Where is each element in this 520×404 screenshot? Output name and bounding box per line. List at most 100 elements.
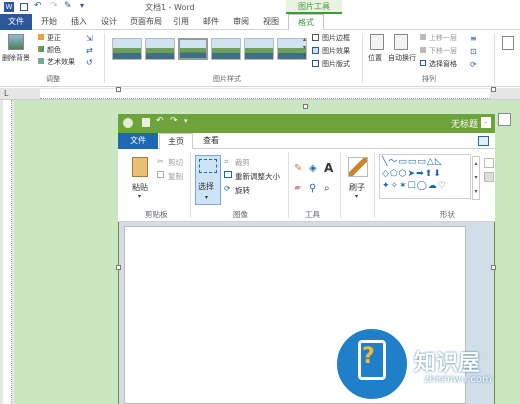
tab-mailings[interactable]: 邮件	[202, 14, 220, 30]
paint-tab-file[interactable]: 文件	[118, 133, 158, 149]
tab-review[interactable]: 审阅	[232, 14, 250, 30]
tab-view[interactable]: 视图	[262, 14, 280, 30]
styles-scroll-icon[interactable]: ▴ ▾ ▾	[303, 36, 306, 60]
color-picker-icon[interactable]: ⚲	[309, 183, 316, 194]
crop-icon[interactable]	[502, 36, 514, 50]
picture-border-button[interactable]: 图片边框	[322, 33, 350, 43]
shapes-scroll-icon[interactable]: ▴ ▾ ▾	[472, 156, 480, 200]
watermark-name: 知识屋	[414, 351, 481, 376]
corrections-button[interactable]: 更正	[47, 33, 61, 43]
paint-customize-icon[interactable]: ▾	[184, 117, 188, 125]
tab-insert[interactable]: 插入	[70, 14, 88, 30]
crop-button[interactable]: 裁剪	[235, 157, 250, 168]
send-backward-button[interactable]: 下移一层	[429, 46, 457, 56]
rotate-button[interactable]: 旋转	[235, 185, 250, 196]
cut-button[interactable]: 剪切	[168, 157, 183, 168]
undo-icon[interactable]: ↶	[34, 1, 42, 11]
picture-tools-label: 图片工具	[286, 0, 342, 14]
border-icon	[312, 34, 319, 41]
copy-button[interactable]: 复制	[168, 171, 183, 182]
customize-icon[interactable]: ▾	[80, 1, 84, 10]
paint-save-icon[interactable]	[142, 118, 150, 127]
text-icon[interactable]: A	[324, 161, 333, 175]
crop-tool-icon: ⌗	[224, 157, 229, 166]
outline-icon[interactable]	[484, 158, 494, 168]
select-dropdown-icon[interactable]: ▾	[205, 194, 208, 201]
group-arrange-label: 排列	[422, 75, 436, 83]
group-separator	[104, 33, 105, 83]
paint-tab-home[interactable]: 主页	[159, 133, 193, 150]
remove-background-icon	[8, 34, 24, 50]
window-title: 文档1 - Word	[145, 3, 195, 12]
paint-app-icon	[123, 118, 133, 128]
resize-handle[interactable]	[491, 265, 496, 270]
pencil-icon[interactable]: ✎	[294, 163, 302, 174]
resize-icon	[224, 171, 232, 178]
rotate-icon[interactable]: ⟳	[470, 60, 477, 69]
paste-dropdown-icon[interactable]: ▾	[138, 193, 141, 200]
brush-dropdown-icon[interactable]: ▾	[355, 193, 358, 200]
tab-design[interactable]: 设计	[100, 14, 118, 30]
picture-effects-button[interactable]: 图片效果	[322, 46, 350, 56]
picture-style-4[interactable]	[211, 38, 241, 60]
resize-handle[interactable]	[116, 87, 121, 92]
reset-picture-icon[interactable]: ↺	[86, 58, 93, 67]
redo-icon[interactable]: ↷	[50, 1, 58, 11]
drawing-canvas[interactable]	[124, 226, 466, 404]
bring-forward-button[interactable]: 上移一层	[429, 33, 457, 43]
copy-icon	[157, 171, 164, 178]
brush-icon	[348, 157, 368, 177]
group-icon[interactable]: ⊡	[470, 47, 477, 56]
paste-button[interactable]: 粘贴	[132, 182, 148, 193]
watermark-url: zhishiwu.com	[424, 374, 492, 385]
position-button[interactable]: 位置	[368, 53, 382, 63]
group-adjust-label: 调整	[46, 75, 60, 83]
paint-icon[interactable]: ✎	[64, 1, 72, 11]
color-button[interactable]: 颜色	[47, 45, 61, 55]
save-icon[interactable]	[20, 3, 28, 11]
tab-references[interactable]: 引用	[172, 14, 190, 30]
compress-icon[interactable]: ⇲	[86, 34, 93, 43]
tab-home[interactable]: 开始	[40, 14, 58, 30]
clipboard-group-label: 剪贴板	[145, 210, 168, 219]
paint-ribbon-toggle-icon[interactable]	[478, 136, 489, 146]
tools-group-label: 工具	[305, 210, 320, 219]
rotate-tool-icon: ⟳	[224, 184, 231, 193]
picture-style-1[interactable]	[112, 38, 142, 60]
paint-tab-view[interactable]: 查看	[203, 133, 219, 149]
paint-redo-icon[interactable]: ↷	[170, 116, 178, 126]
selection-pane-button[interactable]: 选择窗格	[429, 59, 457, 69]
tab-format[interactable]: 格式	[288, 14, 324, 31]
tab-selector-icon[interactable]: L	[4, 89, 8, 98]
picture-style-5[interactable]	[244, 38, 274, 60]
image-group-label: 图像	[233, 210, 248, 219]
paint-minimize-icon[interactable]: -	[481, 117, 491, 128]
resize-handle[interactable]	[116, 265, 121, 270]
picture-style-3[interactable]	[178, 38, 208, 60]
fill-shape-icon[interactable]	[484, 172, 494, 182]
picture-style-2[interactable]	[145, 38, 175, 60]
picture-layout-button[interactable]: 图片版式	[322, 59, 350, 69]
brush-button[interactable]: 刷子	[349, 182, 365, 193]
wrap-text-button[interactable]: 自动换行	[388, 53, 416, 63]
word-icon: W	[4, 2, 14, 12]
tab-page-layout[interactable]: 页面布局	[130, 14, 162, 30]
eraser-icon[interactable]: ▰	[294, 183, 301, 193]
resize-button[interactable]: 重新调整大小	[235, 171, 280, 182]
magnifier-icon[interactable]: ⌕	[324, 183, 330, 194]
rotate-handle[interactable]	[303, 104, 308, 109]
paint-undo-icon[interactable]: ↶	[156, 116, 164, 126]
layout-options-icon[interactable]	[498, 113, 511, 126]
effects-icon	[312, 47, 319, 54]
remove-background-button[interactable]: 删除背景	[2, 53, 30, 63]
align-icon[interactable]: ≡	[470, 34, 477, 43]
vertical-ruler-scale	[3, 100, 12, 404]
ruler-scale	[40, 89, 490, 99]
shapes-icons[interactable]: ╲〜▭▭▭△◺ ◇⬠⬡➤➡⬆⬇ ✦✧✶☐◯☁♡	[382, 156, 470, 192]
artistic-effects-button[interactable]: 艺术效果	[47, 57, 75, 67]
change-picture-icon[interactable]: ⇄	[86, 46, 93, 55]
resize-handle[interactable]	[491, 87, 496, 92]
tab-file[interactable]: 文件	[0, 14, 32, 30]
selection-pane-icon	[420, 60, 426, 66]
fill-icon[interactable]: ◈	[309, 163, 317, 174]
